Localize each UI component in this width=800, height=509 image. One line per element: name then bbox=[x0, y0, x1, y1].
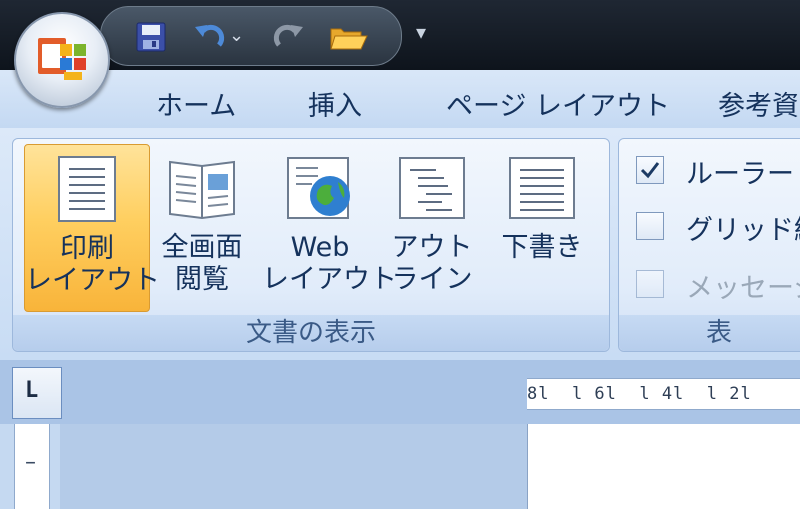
office-logo-icon bbox=[38, 38, 86, 80]
office-button[interactable] bbox=[14, 12, 110, 108]
web-layout-label: Web レイアウト bbox=[262, 232, 397, 295]
web-layout-button[interactable]: Web レイアウト bbox=[262, 144, 397, 310]
message-bar-checkbox-label: メッセージ bbox=[686, 273, 800, 304]
tab-stop-left-icon: L bbox=[25, 378, 39, 403]
full-screen-reading-button[interactable]: 全画面 閲覧 bbox=[152, 144, 252, 310]
document-views-group-label: 文書の表示 bbox=[13, 315, 609, 351]
save-icon[interactable] bbox=[133, 21, 169, 53]
redo-icon[interactable] bbox=[271, 21, 307, 53]
document-page[interactable] bbox=[527, 424, 800, 509]
outline-label: アウト ライン bbox=[391, 232, 473, 295]
outline-button[interactable]: アウト ライン bbox=[384, 144, 480, 310]
quick-access-toolbar: ⌄ bbox=[100, 6, 402, 66]
draft-label: 下書き bbox=[501, 232, 583, 263]
tab-home[interactable]: ホーム bbox=[156, 84, 236, 123]
message-bar-checkbox bbox=[636, 270, 664, 298]
checkmark-icon bbox=[640, 162, 660, 179]
ruler-checkbox[interactable] bbox=[636, 156, 664, 184]
draft-button[interactable]: 下書き bbox=[492, 144, 592, 310]
show-hide-group-label: 表 bbox=[619, 315, 800, 351]
print-layout-icon bbox=[51, 153, 123, 225]
ribbon-tabs bbox=[0, 70, 800, 130]
tab-references[interactable]: 参考資 bbox=[718, 84, 799, 123]
full-screen-reading-icon bbox=[166, 152, 238, 224]
vertical-ruler-mark: – bbox=[25, 450, 36, 475]
tab-insert[interactable]: 挿入 bbox=[308, 84, 362, 123]
draft-icon bbox=[506, 152, 578, 224]
ruler-checkbox-label: ルーラー bbox=[686, 159, 794, 190]
vertical-ruler[interactable]: – bbox=[14, 424, 50, 509]
full-screen-reading-label: 全画面 閲覧 bbox=[161, 232, 243, 295]
tab-selector-button[interactable]: L bbox=[12, 367, 62, 419]
chevron-down-icon[interactable]: ⌄ bbox=[229, 25, 249, 57]
undo-icon[interactable] bbox=[191, 21, 227, 53]
horizontal-ruler[interactable]: 8l l 6l l 4l l 2l bbox=[527, 378, 800, 410]
web-layout-icon bbox=[284, 152, 356, 224]
gridlines-checkbox-label: グリッド線 bbox=[686, 215, 800, 246]
print-layout-label: 印刷 レイアウト bbox=[25, 233, 160, 296]
tab-page-layout[interactable]: ページ レイアウト bbox=[446, 84, 670, 123]
print-layout-button[interactable]: 印刷 レイアウト bbox=[24, 144, 160, 312]
folder-open-icon[interactable] bbox=[327, 21, 371, 53]
customize-toolbar-icon[interactable]: ▾ bbox=[416, 20, 426, 44]
outline-icon bbox=[396, 152, 468, 224]
gridlines-checkbox[interactable] bbox=[636, 212, 664, 240]
